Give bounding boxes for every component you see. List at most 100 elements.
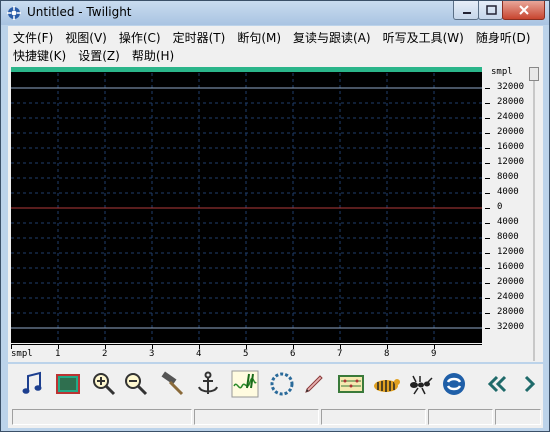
time-label: 7 [337, 349, 343, 359]
menu-item-row1-2[interactable]: 操作(C) [119, 29, 161, 46]
music-note-button[interactable] [16, 368, 48, 400]
menu-item-row1-7[interactable]: 随身听(D) [476, 29, 531, 46]
amplitude-label: 28000 [497, 307, 525, 317]
ruler-tick [485, 283, 490, 284]
abacus-icon [338, 375, 364, 393]
title-bar[interactable]: Untitled - Twilight [1, 1, 549, 25]
menu-item-row2-1[interactable]: 设置(Z) [78, 47, 120, 64]
zoom-in-button[interactable] [88, 368, 120, 400]
hammer-icon [161, 371, 184, 396]
frame-icon [56, 374, 80, 394]
loop-icon [270, 372, 294, 396]
amplitude-label: 12000 [497, 157, 525, 167]
ruler-tick [485, 268, 490, 269]
amplitude-label: 16000 [497, 142, 525, 152]
window-title: Untitled - Twilight [27, 5, 132, 19]
anchor-button[interactable] [192, 368, 224, 400]
hammer-button[interactable] [156, 368, 188, 400]
menu-bar: 文件(F) 视图(V) 操作(C) 定时器(T) 断句(M) 复读与跟读(A) 听写及工具(… [8, 26, 543, 66]
amplitude-label: 12000 [497, 247, 525, 257]
menu-item-row1-0[interactable]: 文件(F) [13, 29, 53, 46]
ruler-unit-label: smpl [491, 67, 513, 77]
ruler-tick [485, 328, 490, 329]
amplitude-label: 0 [497, 202, 503, 212]
amplitude-label: 8000 [497, 172, 519, 182]
status-cell [495, 409, 541, 425]
forward-button[interactable] [513, 368, 545, 400]
anchor-icon [198, 371, 218, 394]
zoom-out-icon [125, 373, 148, 396]
amplitude-label: 20000 [497, 127, 525, 137]
status-cell [321, 409, 426, 425]
amplitude-label: 28000 [497, 97, 525, 107]
time-label: smpl [11, 349, 33, 359]
ruler-tick [485, 193, 490, 194]
tiger-button[interactable] [370, 368, 402, 400]
ruler-tick [485, 163, 490, 164]
ruler-tick [485, 208, 490, 209]
menu-item-row1-6[interactable]: 听写及工具(W) [383, 29, 464, 46]
time-label: 1 [55, 349, 61, 359]
vertical-scrollbar[interactable] [527, 67, 541, 361]
time-label: 5 [243, 349, 249, 359]
sync-button[interactable] [438, 368, 470, 400]
ruler-tick [485, 238, 490, 239]
menu-item-row1-3[interactable]: 定时器(T) [173, 29, 226, 46]
time-label: 6 [290, 349, 296, 359]
ruler-tick [485, 313, 490, 314]
app-icon [7, 6, 21, 20]
maximize-icon [486, 5, 497, 15]
zoom-in-icon [93, 373, 116, 396]
close-icon [519, 5, 529, 15]
menu-item-row1-4[interactable]: 断句(M) [237, 29, 281, 46]
ruler-tick [485, 178, 490, 179]
menu-row-1: 文件(F) 视图(V) 操作(C) 定时器(T) 断句(M) 复读与跟读(A) 听写及工具(… [13, 29, 530, 46]
amplitude-label: 24000 [497, 292, 525, 302]
status-cell [12, 409, 192, 425]
amplitude-label: 32000 [497, 82, 525, 92]
time-label: 4 [196, 349, 202, 359]
menu-item-row1-1[interactable]: 视图(V) [65, 29, 107, 46]
ruler-tick [485, 133, 490, 134]
waveform-button[interactable] [229, 368, 261, 400]
rewind-button[interactable] [481, 368, 513, 400]
ruler-tick [485, 223, 490, 224]
amplitude-label: 20000 [497, 277, 525, 287]
scrollbar-track [533, 81, 535, 361]
sync-icon [443, 373, 465, 395]
amplitude-label: 4000 [497, 187, 519, 197]
ruler-tick [485, 88, 490, 89]
time-label: 8 [384, 349, 390, 359]
amplitude-label: 32000 [497, 322, 525, 332]
selection-bar [11, 67, 482, 72]
zoom-out-button[interactable] [120, 368, 152, 400]
time-label: 9 [431, 349, 437, 359]
amplitude-label: 4000 [497, 217, 519, 227]
close-button[interactable] [502, 1, 545, 20]
minimize-button[interactable] [453, 1, 479, 20]
frame-button[interactable] [52, 368, 84, 400]
tiger-icon [374, 379, 400, 392]
scrollbar-thumb[interactable] [529, 67, 539, 81]
time-label: 2 [102, 349, 108, 359]
ant-button[interactable] [404, 368, 436, 400]
menu-item-row2-0[interactable]: 快捷键(K) [13, 47, 66, 64]
amplitude-label: 8000 [497, 232, 519, 242]
pencil-button[interactable] [298, 368, 330, 400]
pencil-icon [305, 375, 323, 393]
forward-icon [524, 375, 536, 393]
maximize-button[interactable] [478, 1, 503, 20]
abacus-button[interactable] [335, 368, 367, 400]
rewind-icon [487, 375, 507, 393]
status-cell [194, 409, 319, 425]
loop-button[interactable] [266, 368, 298, 400]
status-bar [8, 406, 543, 428]
waveform-canvas[interactable] [11, 67, 482, 343]
menu-item-row1-5[interactable]: 复读与跟读(A) [293, 29, 371, 46]
amplitude-label: 16000 [497, 262, 525, 272]
toolbar [8, 364, 543, 406]
ruler-tick [485, 103, 490, 104]
ant-icon [410, 375, 433, 395]
minimize-icon [463, 12, 471, 14]
menu-item-row2-2[interactable]: 帮助(H) [132, 47, 174, 64]
